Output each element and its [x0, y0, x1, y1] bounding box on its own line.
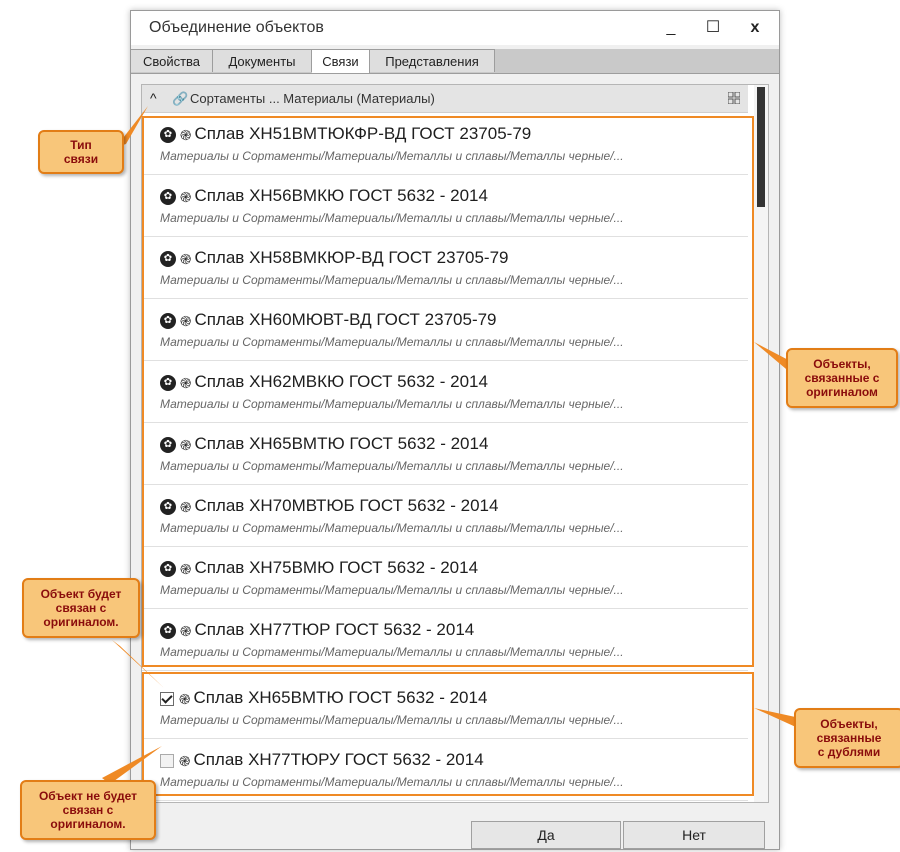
merge-objects-dialog: Объединение объектов _ ☐ x Свойства Доку…	[130, 10, 780, 850]
linked-list-item[interactable]: ✿ ֎ Сплав ХН60МЮВТ-ВД ГОСТ 23705-79 Материа…	[142, 299, 748, 361]
maximize-button[interactable]: ☐	[693, 13, 733, 43]
gear-icon: ✿	[160, 560, 176, 577]
item-name: Сплав ХН70МВТЮБ ГОСТ 5632 - 2014	[194, 496, 499, 515]
callout-linked-objects: Объекты, связанные с оригиналом	[786, 348, 898, 408]
duplicate-list-item[interactable]: ֎ Сплав ХН65ВМТЮ ГОСТ 5632 - 2014 Материал…	[142, 677, 748, 739]
item-title-row: ✿ ֎ Сплав ХН65ВМТЮ ГОСТ 5632 - 2014	[160, 433, 488, 455]
gear-icon: ✿	[160, 622, 176, 639]
link-type-group-header[interactable]: ^ 🔗 Сортаменты ... Материалы (Материалы)	[142, 85, 748, 113]
duplicate-list-item[interactable]: ֎ Сплав ХН77ТЮРУ ГОСТ 5632 - 2014 Материал…	[142, 739, 748, 801]
close-button[interactable]: x	[735, 13, 775, 43]
tab-bar: Свойства Документы Связи Представления	[131, 49, 779, 74]
linked-list-item[interactable]: ✿ ֎ Сплав ХН75ВМЮ ГОСТ 5632 - 2014 Материал…	[142, 547, 748, 609]
vertical-scrollbar[interactable]	[754, 85, 768, 802]
material-icon: ֎	[179, 752, 191, 769]
item-name: Сплав ХН51ВМТЮКФР-ВД ГОСТ 23705-79	[194, 124, 532, 143]
item-title-row: ✿ ֎ Сплав ХН51ВМТЮКФР-ВД ГОСТ 23705-79	[160, 123, 531, 145]
no-button[interactable]: Нет	[623, 821, 765, 849]
material-icon: ֎	[180, 436, 192, 453]
unchecked-checkbox[interactable]	[160, 753, 174, 768]
gear-icon: ✿	[160, 312, 176, 329]
item-name: Сплав ХН58ВМКЮР-ВД ГОСТ 23705-79	[194, 248, 509, 267]
item-path: Материалы и Сортаменты/Материалы/Металлы…	[160, 273, 624, 287]
tab-properties[interactable]: Свойства	[131, 49, 213, 72]
item-name: Сплав ХН77ТЮР ГОСТ 5632 - 2014	[194, 620, 475, 639]
material-icon: ֎	[180, 560, 192, 577]
minimize-button[interactable]: _	[651, 13, 691, 43]
gear-icon: ✿	[160, 436, 176, 453]
item-path: Материалы и Сортаменты/Материалы/Металлы…	[160, 149, 624, 163]
item-path: Материалы и Сортаменты/Материалы/Металлы…	[160, 645, 624, 659]
item-name: Сплав ХН77ТЮРУ ГОСТ 5632 - 2014	[193, 750, 484, 769]
item-title-row: ✿ ֎ Сплав ХН70МВТЮБ ГОСТ 5632 - 2014	[160, 495, 498, 517]
scrollbar-thumb[interactable]	[757, 87, 765, 207]
material-icon: ֎	[180, 498, 192, 515]
item-name: Сплав ХН75ВМЮ ГОСТ 5632 - 2014	[194, 558, 479, 577]
link-type-label: Сортаменты ... Материалы (Материалы)	[190, 91, 435, 106]
item-name: Сплав ХН65ВМТЮ ГОСТ 5632 - 2014	[193, 688, 488, 707]
material-icon: ֎	[180, 312, 192, 329]
callout-wont-link: Объект не будет связан с оригиналом.	[20, 780, 156, 840]
linked-list-item[interactable]: ✿ ֎ Сплав ХН62МВКЮ ГОСТ 5632 - 2014 Материа…	[142, 361, 748, 423]
item-path: Материалы и Сортаменты/Материалы/Металлы…	[160, 775, 624, 789]
material-icon: ֎	[180, 374, 192, 391]
item-name: Сплав ХН60МЮВТ-ВД ГОСТ 23705-79	[194, 310, 497, 329]
dialog-title: Объединение объектов	[149, 19, 324, 36]
gear-icon: ✿	[160, 188, 176, 205]
gear-icon: ✿	[160, 374, 176, 391]
item-name: Сплав ХН56ВМКЮ ГОСТ 5632 - 2014	[194, 186, 488, 205]
item-title-row: ✿ ֎ Сплав ХН77ТЮР ГОСТ 5632 - 2014	[160, 619, 474, 641]
linked-list-item[interactable]: ✿ ֎ Сплав ХН56ВМКЮ ГОСТ 5632 - 2014 Материа…	[142, 175, 748, 237]
checked-checkbox[interactable]	[160, 691, 174, 706]
grid-icon[interactable]	[728, 92, 740, 104]
link-icon: 🔗	[172, 91, 189, 106]
linked-list-item[interactable]: ✿ ֎ Сплав ХН77ТЮР ГОСТ 5632 - 2014 Материал…	[142, 609, 748, 671]
yes-button[interactable]: Да	[471, 821, 621, 849]
tab-documents[interactable]: Документы	[213, 49, 312, 72]
title-bar: Объединение объектов _ ☐ x	[131, 11, 779, 45]
callout-will-link: Объект будет связан с оригиналом.	[22, 578, 140, 638]
material-icon: ֎	[180, 126, 192, 143]
item-path: Материалы и Сортаменты/Материалы/Металлы…	[160, 211, 624, 225]
item-path: Материалы и Сортаменты/Материалы/Металлы…	[160, 583, 624, 597]
material-icon: ֎	[180, 188, 192, 205]
item-path: Материалы и Сортаменты/Материалы/Металлы…	[160, 713, 624, 727]
linked-list-item[interactable]: ✿ ֎ Сплав ХН51ВМТЮКФР-ВД ГОСТ 23705-79 Мате…	[142, 113, 748, 175]
item-title-row: ֎ Сплав ХН65ВМТЮ ГОСТ 5632 - 2014	[160, 687, 487, 709]
tab-links[interactable]: Связи	[312, 49, 370, 73]
tab-views[interactable]: Представления	[370, 49, 495, 72]
linked-list-item[interactable]: ✿ ֎ Сплав ХН70МВТЮБ ГОСТ 5632 - 2014 Матери…	[142, 485, 748, 547]
gear-icon: ✿	[160, 250, 176, 267]
item-path: Материалы и Сортаменты/Материалы/Металлы…	[160, 397, 624, 411]
material-icon: ֎	[180, 622, 192, 639]
item-path: Материалы и Сортаменты/Материалы/Металлы…	[160, 459, 624, 473]
item-path: Материалы и Сортаменты/Материалы/Металлы…	[160, 521, 624, 535]
item-title-row: ֎ Сплав ХН77ТЮРУ ГОСТ 5632 - 2014	[160, 749, 484, 771]
item-title-row: ✿ ֎ Сплав ХН60МЮВТ-ВД ГОСТ 23705-79	[160, 309, 497, 331]
linked-list-item[interactable]: ✿ ֎ Сплав ХН65ВМТЮ ГОСТ 5632 - 2014 Материа…	[142, 423, 748, 485]
material-icon: ֎	[180, 250, 192, 267]
linked-list-item[interactable]: ✿ ֎ Сплав ХН58ВМКЮР-ВД ГОСТ 23705-79 Матери…	[142, 237, 748, 299]
item-title-row: ✿ ֎ Сплав ХН58ВМКЮР-ВД ГОСТ 23705-79	[160, 247, 509, 269]
material-icon: ֎	[179, 690, 191, 707]
chevron-up-icon[interactable]: ^	[150, 85, 157, 112]
item-title-row: ✿ ֎ Сплав ХН75ВМЮ ГОСТ 5632 - 2014	[160, 557, 478, 579]
item-title-row: ✿ ֎ Сплав ХН56ВМКЮ ГОСТ 5632 - 2014	[160, 185, 488, 207]
item-name: Сплав ХН65ВМТЮ ГОСТ 5632 - 2014	[194, 434, 489, 453]
gear-icon: ✿	[160, 126, 176, 143]
callout-link-type: Тип связи	[38, 130, 124, 174]
item-path: Материалы и Сортаменты/Материалы/Металлы…	[160, 335, 624, 349]
item-name: Сплав ХН62МВКЮ ГОСТ 5632 - 2014	[194, 372, 488, 391]
links-list-panel: ^ 🔗 Сортаменты ... Материалы (Материалы)…	[141, 84, 769, 803]
item-title-row: ✿ ֎ Сплав ХН62МВКЮ ГОСТ 5632 - 2014	[160, 371, 488, 393]
callout-duplicates: Объекты, связанные с дублями	[794, 708, 900, 768]
gear-icon: ✿	[160, 498, 176, 515]
